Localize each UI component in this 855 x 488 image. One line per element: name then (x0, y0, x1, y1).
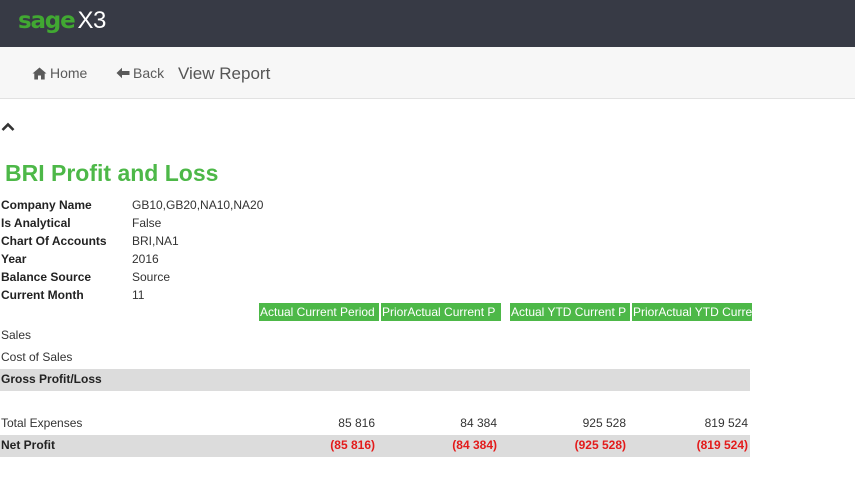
arrow-left-icon (116, 67, 130, 79)
param-label: Chart Of Accounts (1, 234, 107, 248)
column-header-actual-ytd-current-period: Actual YTD Current P (510, 303, 630, 321)
table-row-total-expenses: Total Expenses 85 816 84 384 925 528 819… (0, 413, 750, 435)
home-label: Home (50, 65, 88, 81)
back-link[interactable]: Back (116, 65, 164, 81)
param-row: Current Month 11 (1, 286, 401, 304)
column-header-prior-actual-ytd-current: PriorActual YTD Curre (632, 303, 752, 321)
table-cell: 84 384 (460, 416, 497, 430)
home-link[interactable]: Home (32, 65, 87, 81)
param-row: Year 2016 (1, 250, 401, 268)
table-row-net-profit: Net Profit (85 816) (84 384) (925 528) (… (0, 435, 750, 457)
report-title: BRI Profit and Loss (5, 160, 219, 186)
page-title: View Report (178, 64, 271, 83)
chevron-up-icon[interactable] (1, 120, 15, 134)
table-cell: (925 528) (574, 438, 626, 452)
param-label: Current Month (1, 288, 84, 302)
param-value: False (132, 216, 162, 230)
back-label: Back (133, 65, 165, 81)
param-value: 2016 (132, 252, 159, 266)
table-row-cost-of-sales: Cost of Sales (0, 347, 750, 369)
param-value: GB10,GB20,NA10,NA20 (132, 198, 264, 212)
param-value: 11 (132, 288, 145, 302)
table-cell: (85 816) (330, 438, 375, 452)
row-label: Total Expenses (1, 416, 83, 430)
param-value: Source (132, 270, 171, 284)
logo-brand: sage (18, 8, 76, 34)
column-header-prior-actual-current-period: PriorActual Current P (381, 303, 501, 321)
report-parameters: Company Name GB10,GB20,NA10,NA20 Is Anal… (1, 196, 401, 304)
param-row: Company Name GB10,GB20,NA10,NA20 (1, 196, 401, 214)
param-value: BRI,NA1 (132, 234, 179, 248)
param-row: Balance Source Source (1, 268, 401, 286)
table-cell: (84 384) (452, 438, 497, 452)
table-cell: 85 816 (338, 416, 375, 430)
table-row-sales: Sales (0, 325, 750, 347)
table-cell: 819 524 (704, 416, 748, 430)
param-row: Is Analytical False (1, 214, 401, 232)
row-label: Cost of Sales (1, 350, 73, 364)
param-label: Balance Source (1, 270, 92, 284)
param-label: Is Analytical (1, 216, 71, 230)
sage-x3-logo[interactable]: sage X3 (18, 7, 106, 37)
table-row-gross-profit: Gross Profit/Loss (0, 369, 750, 391)
table-cell: 925 528 (582, 416, 626, 430)
param-row: Chart Of Accounts BRI,NA1 (1, 232, 401, 250)
navigation-bar: Home Back View Report (0, 47, 855, 99)
column-header-actual-current-period: Actual Current Period (259, 303, 379, 321)
row-label: Net Profit (1, 438, 55, 452)
logo-product: X3 (77, 7, 106, 34)
param-label: Year (1, 252, 27, 266)
top-bar: sage X3 (0, 0, 855, 47)
home-icon (32, 67, 47, 79)
table-cell: (819 524) (696, 438, 748, 452)
row-label: Sales (1, 328, 32, 342)
row-label: Gross Profit/Loss (1, 372, 102, 386)
param-label: Company Name (1, 198, 92, 212)
